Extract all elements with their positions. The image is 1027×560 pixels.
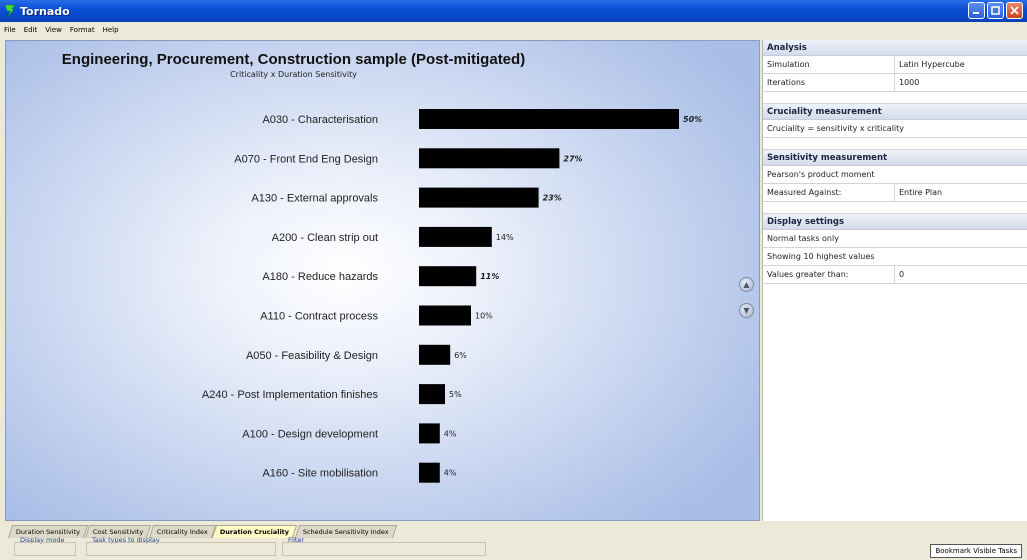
value-label: 50% [683, 115, 702, 124]
display-mode-group[interactable] [14, 542, 76, 556]
bar[interactable] [419, 266, 477, 287]
section-sensitivity: Sensitivity measurement [763, 150, 1027, 166]
row-pearson: Pearson's product moment [763, 166, 1027, 184]
bar[interactable] [419, 109, 679, 129]
minimize-button[interactable] [968, 2, 985, 19]
tornado-app-icon [4, 4, 16, 18]
window-title: Tornado [20, 4, 70, 18]
value-label: 4% [444, 469, 457, 478]
tab-label: Duration Sensitivity [15, 528, 80, 536]
maximize-button[interactable] [987, 2, 1004, 19]
row-showing-highest: Showing 10 highest values [763, 248, 1027, 266]
tab-label: Cost Sensitivity [92, 528, 144, 536]
row-key: Values greater than: [763, 266, 895, 283]
category-label: A050 - Feasibility & Design [246, 350, 378, 362]
row-value: 0 [899, 270, 905, 279]
value-label: 11% [480, 272, 499, 281]
bookmark-visible-tasks-button[interactable]: Bookmark Visible Tasks [930, 544, 1022, 558]
row-key: Showing 10 highest values [767, 252, 875, 261]
row-key: Normal tasks only [767, 234, 839, 243]
bottom-toolbar: Duration Sensitivity Cost Sensitivity Cr… [0, 521, 1027, 560]
row-iterations: Iterations 1000 [763, 74, 1027, 92]
close-icon [1010, 6, 1019, 15]
row-value: Latin Hypercube [899, 60, 965, 69]
row-value: Entire Plan [899, 188, 943, 197]
row-measured-against: Measured Against: Entire Plan [763, 184, 1027, 202]
tornado-window: Tornado File Edit View Format Help Engin… [0, 0, 1027, 560]
bar-chart-svg: A030 - Characterisation 50% A070 - Front E… [202, 109, 702, 483]
bar[interactable] [419, 226, 492, 247]
scroll-down-button[interactable]: ▼ [739, 303, 754, 318]
scroll-up-button[interactable]: ▲ [739, 277, 754, 292]
value-label: 6% [454, 351, 467, 360]
tab-label: Criticality Index [156, 528, 208, 536]
arrow-up-icon: ▲ [743, 280, 750, 289]
category-label: A100 - Design development [242, 428, 378, 440]
view-tabs: Duration Sensitivity Cost Sensitivity Cr… [7, 525, 397, 538]
row-cruciality-formula: Cruciality = sensitivity x criticality [763, 120, 1027, 138]
category-label: A200 - Clean strip out [272, 232, 378, 244]
bar[interactable] [419, 384, 445, 405]
section-analysis: Analysis [763, 40, 1027, 56]
bar[interactable] [419, 148, 560, 169]
value-label: 4% [444, 429, 457, 438]
minimize-icon [973, 12, 979, 14]
row-key: Iterations [763, 74, 895, 91]
value-label: 10% [475, 312, 493, 321]
bar[interactable] [419, 187, 539, 208]
category-label: A240 - Post Implementation finishes [202, 389, 379, 401]
menu-edit[interactable]: Edit [20, 26, 42, 34]
section-display-settings: Display settings [763, 214, 1027, 230]
spacer [763, 92, 1027, 104]
settings-panel: Analysis Simulation Latin Hypercube Iter… [762, 40, 1027, 521]
menu-view[interactable]: View [41, 26, 66, 34]
tab-duration-cruciality[interactable]: Duration Cruciality [212, 525, 298, 538]
menu-help[interactable]: Help [99, 26, 123, 34]
arrow-down-icon: ▼ [743, 306, 750, 315]
spacer [763, 138, 1027, 150]
row-key: Pearson's product moment [767, 170, 875, 179]
row-simulation: Simulation Latin Hypercube [763, 56, 1027, 74]
title-bar[interactable]: Tornado [0, 0, 1027, 22]
category-label: A160 - Site mobilisation [262, 468, 378, 480]
menu-bar: File Edit View Format Help [0, 22, 1027, 37]
close-button[interactable] [1006, 2, 1023, 19]
row-key: Measured Against: [763, 184, 895, 201]
row-key: Cruciality = sensitivity x criticality [767, 124, 905, 133]
category-label: A130 - External approvals [251, 193, 378, 205]
spacer [763, 202, 1027, 214]
tab-schedule-sensitivity-index[interactable]: Schedule Sensitivity Index [294, 525, 397, 538]
row-value: 1000 [899, 78, 920, 87]
value-label: 23% [543, 194, 562, 203]
category-label: A030 - Characterisation [262, 114, 378, 126]
category-label: A110 - Contract process [260, 311, 378, 323]
bar[interactable] [419, 305, 471, 326]
bar[interactable] [419, 344, 451, 365]
category-label: A070 - Front End Eng Design [234, 153, 378, 165]
section-cruciality: Cruciality measurement [763, 104, 1027, 120]
category-label: A180 - Reduce hazards [262, 271, 378, 283]
bar[interactable] [419, 423, 440, 444]
value-label: 27% [563, 154, 582, 163]
tab-label: Duration Cruciality [220, 528, 290, 536]
row-key: Simulation [763, 56, 895, 73]
value-label: 5% [449, 390, 462, 399]
value-label: 14% [496, 233, 514, 242]
menu-format[interactable]: Format [66, 26, 99, 34]
filter-group[interactable] [282, 542, 486, 556]
row-normal-tasks: Normal tasks only [763, 230, 1027, 248]
menu-file[interactable]: File [0, 26, 20, 34]
maximize-icon [991, 6, 1000, 15]
row-values-greater: Values greater than: 0 [763, 266, 1027, 284]
bar[interactable] [419, 462, 440, 483]
tab-label: Schedule Sensitivity Index [302, 528, 389, 536]
tornado-chart: Engineering, Procurement, Construction s… [5, 40, 760, 521]
task-types-group[interactable] [86, 542, 276, 556]
